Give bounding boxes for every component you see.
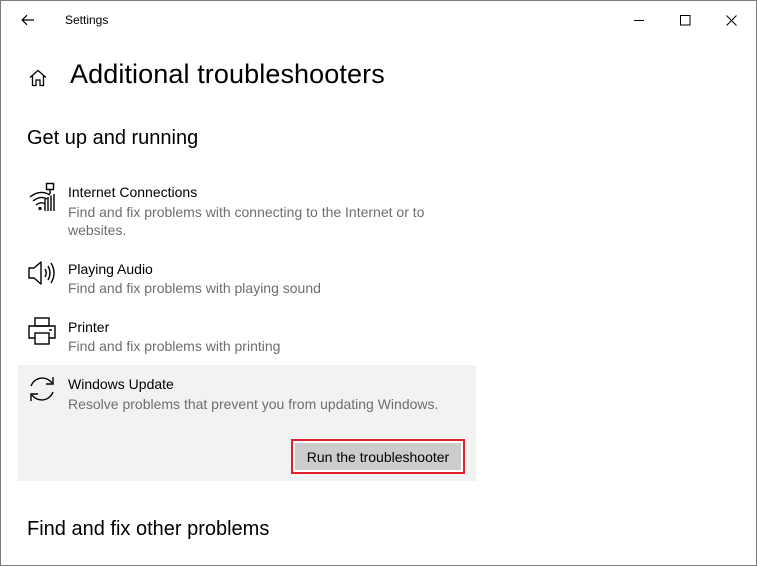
window-title: Settings (65, 13, 109, 27)
troubleshooter-internet-connections[interactable]: Internet Connections Find and fix proble… (18, 173, 476, 243)
page-title: Additional troubleshooters (70, 59, 385, 89)
speaker-icon (28, 261, 55, 285)
item-description-line-2: websites. (68, 222, 127, 238)
back-arrow-icon (21, 14, 34, 26)
minimize-button[interactable] (616, 1, 662, 39)
item-name: Windows Update (68, 376, 174, 392)
troubleshooter-playing-audio[interactable]: Playing Audio Find and fix problems with… (18, 251, 476, 305)
troubleshooter-printer[interactable]: Printer Find and fix problems with print… (18, 309, 476, 363)
home-button[interactable] (25, 65, 51, 91)
item-description-line-1: Find and fix problems with connecting to… (68, 204, 425, 220)
item-name: Playing Audio (68, 261, 153, 277)
close-icon (725, 14, 737, 26)
item-description: Resolve problems that prevent you from u… (68, 396, 439, 412)
back-button[interactable] (13, 5, 43, 35)
run-troubleshooter-label: Run the troubleshooter (295, 443, 461, 470)
run-troubleshooter-button[interactable]: Run the troubleshooter (291, 439, 465, 474)
section-title-find-and-fix-other-problems: Find and fix other problems (27, 518, 270, 540)
item-name: Internet Connections (68, 184, 198, 200)
maximize-icon (679, 14, 690, 25)
item-description: Find and fix problems with playing sound (68, 280, 321, 296)
maximize-button[interactable] (662, 1, 708, 39)
close-button[interactable] (708, 1, 754, 39)
section-title-get-up-and-running: Get up and running (27, 127, 199, 149)
item-name: Printer (68, 319, 110, 335)
item-description: Find and fix problems with printing (68, 338, 281, 354)
wifi-icon (29, 182, 55, 211)
minimize-icon (633, 19, 644, 21)
printer-icon (28, 317, 56, 345)
title-bar: Settings (1, 1, 756, 39)
refresh-icon (30, 377, 54, 401)
home-icon (29, 69, 47, 87)
settings-window: Settings Additional troubleshooters Get … (0, 0, 757, 566)
